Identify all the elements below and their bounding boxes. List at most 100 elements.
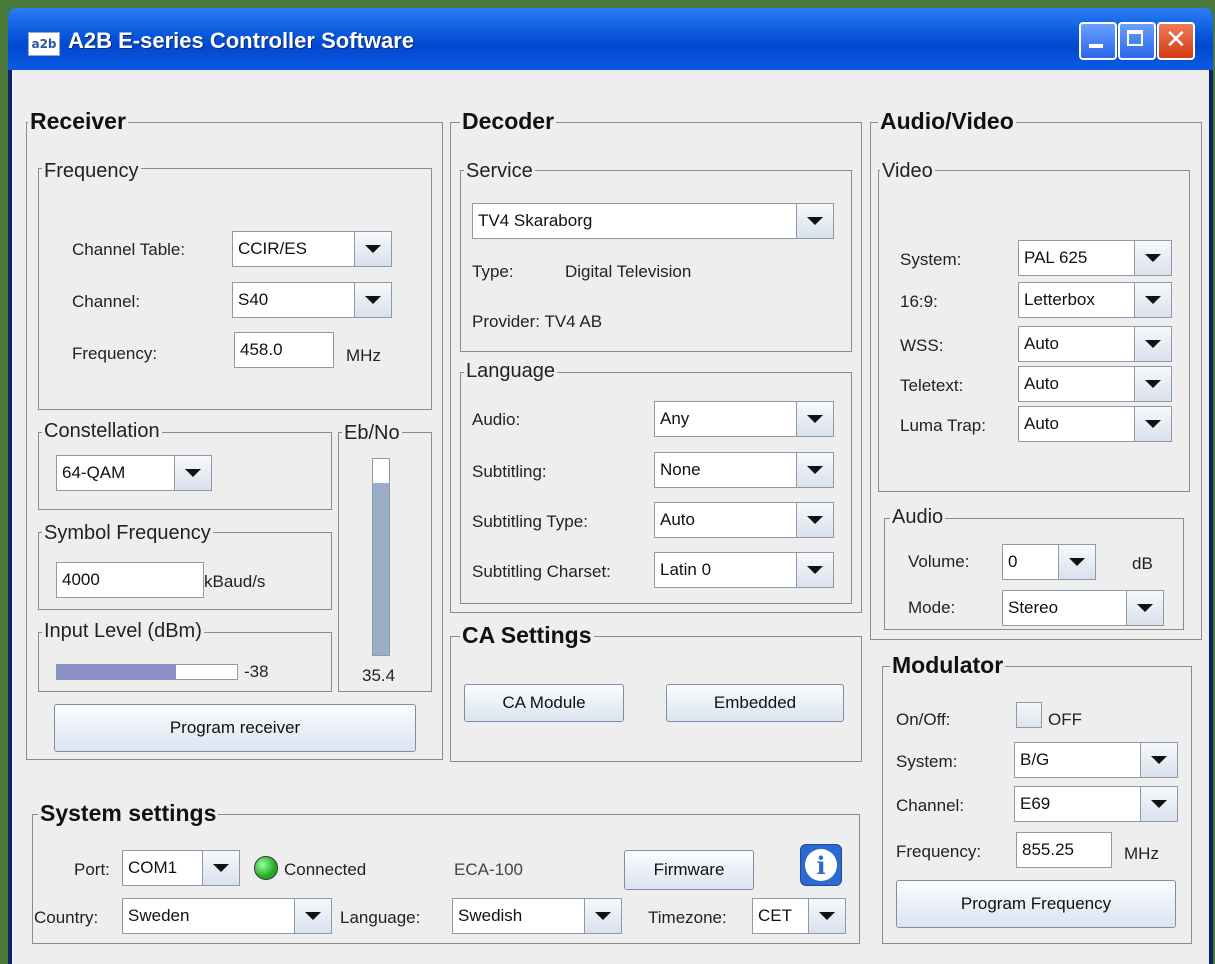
chevron-down-icon [796, 402, 833, 436]
audio-language-select[interactable]: Any [654, 401, 834, 437]
service-select[interactable]: TV4 Skaraborg [472, 203, 834, 239]
chevron-down-icon [354, 232, 391, 266]
chevron-down-icon [354, 283, 391, 317]
mod-frequency-unit: MHz [1124, 844, 1159, 863]
modulator-toggle[interactable] [1016, 702, 1042, 728]
subtitling-type-label: Subtitling Type: [472, 512, 588, 531]
country-select[interactable]: Sweden [122, 898, 332, 934]
ca-settings-title: CA Settings [460, 622, 594, 648]
minimize-button[interactable] [1079, 22, 1117, 60]
type-value: Digital Television [565, 262, 692, 281]
channel-select[interactable]: S40 [232, 282, 392, 318]
maximize-icon [1127, 30, 1143, 46]
onoff-label: On/Off: [896, 710, 951, 729]
volume-select[interactable]: 0 [1002, 544, 1096, 580]
onoff-value: OFF [1048, 710, 1082, 729]
port-label: Port: [74, 860, 110, 879]
luma-trap-select[interactable]: Auto [1018, 406, 1172, 442]
program-receiver-button[interactable]: Program receiver [54, 704, 416, 752]
window-title: A2B E-series Controller Software [68, 28, 414, 53]
info-icon: i [805, 849, 837, 881]
app-window: a2b A2B E-series Controller Software ✕ R… [8, 8, 1213, 964]
chevron-down-icon [808, 899, 845, 933]
chevron-down-icon [174, 456, 211, 490]
subtitling-select[interactable]: None [654, 452, 834, 488]
title-bar[interactable]: a2b A2B E-series Controller Software ✕ [8, 8, 1213, 70]
luma-trap-label: Luma Trap: [900, 416, 986, 435]
firmware-button[interactable]: Firmware [624, 850, 754, 890]
chevron-down-icon [202, 851, 239, 885]
embedded-button[interactable]: Embedded [666, 684, 844, 722]
mod-system-select[interactable]: B/G [1014, 742, 1178, 778]
timezone-select[interactable]: CET [752, 898, 846, 934]
provider-text: Provider: TV4 AB [472, 312, 603, 331]
chevron-down-icon [294, 899, 331, 933]
chevron-down-icon [1134, 241, 1171, 275]
ca-module-button[interactable]: CA Module [464, 684, 624, 722]
audio-group-title: Audio [890, 506, 946, 528]
mod-system-label: System: [896, 752, 958, 771]
audio-language-label: Audio: [472, 410, 521, 429]
aspect-select[interactable]: Letterbox [1018, 282, 1172, 318]
mod-frequency-field[interactable]: 855.25 [1016, 832, 1112, 868]
chevron-down-icon [1134, 327, 1171, 361]
input-level-group-title: Input Level (dBm) [42, 620, 204, 642]
video-system-select[interactable]: PAL 625 [1018, 240, 1172, 276]
language-group-title: Language [464, 360, 557, 382]
frequency-field[interactable]: 458.0 [234, 332, 334, 368]
ebno-meter [372, 458, 390, 656]
frequency-label: Frequency: [72, 344, 158, 363]
constellation-select[interactable]: 64-QAM [56, 455, 212, 491]
connection-status-icon [254, 856, 278, 880]
ebno-value: 35.4 [362, 666, 396, 685]
volume-label: Volume: [908, 552, 970, 571]
channel-table-label: Channel Table: [72, 240, 186, 259]
chevron-down-icon [1134, 407, 1171, 441]
chevron-down-icon [1140, 743, 1177, 777]
subtitling-type-select[interactable]: Auto [654, 502, 834, 538]
mod-channel-label: Channel: [896, 796, 965, 815]
ebno-meter-fill [373, 482, 389, 655]
aspect-label: 16:9: [900, 292, 938, 311]
wss-label: WSS: [900, 336, 944, 355]
port-select[interactable]: COM1 [122, 850, 240, 886]
chevron-down-icon [796, 204, 833, 238]
language-select[interactable]: Swedish [452, 898, 622, 934]
chevron-down-icon [796, 453, 833, 487]
mod-frequency-label: Frequency: [896, 842, 982, 861]
country-label: Country: [34, 908, 99, 927]
device-model-text: ECA-100 [454, 860, 523, 879]
language-label: Language: [340, 908, 421, 927]
chevron-down-icon [796, 553, 833, 587]
program-frequency-button[interactable]: Program Frequency [896, 880, 1176, 928]
chevron-down-icon [1058, 545, 1095, 579]
chevron-down-icon [584, 899, 621, 933]
client-area: Receiver Frequency Channel Table: CCIR/E… [12, 70, 1209, 964]
subtitling-charset-label: Subtitling Charset: [472, 562, 611, 581]
frequency-unit: MHz [346, 346, 381, 365]
chevron-down-icon [1134, 367, 1171, 401]
teletext-label: Teletext: [900, 376, 964, 395]
symbol-frequency-field[interactable]: 4000 [56, 562, 204, 598]
video-system-label: System: [900, 250, 962, 269]
chevron-down-icon [1134, 283, 1171, 317]
video-group-title: Video [880, 160, 935, 182]
info-button[interactable]: i [800, 844, 842, 886]
teletext-select[interactable]: Auto [1018, 366, 1172, 402]
audio-mode-select[interactable]: Stereo [1002, 590, 1164, 626]
input-level-meter [56, 664, 238, 680]
wss-select[interactable]: Auto [1018, 326, 1172, 362]
chevron-down-icon [1140, 787, 1177, 821]
subtitling-label: Subtitling: [472, 462, 547, 481]
mod-channel-select[interactable]: E69 [1014, 786, 1178, 822]
audio-mode-label: Mode: [908, 598, 956, 617]
modulator-title: Modulator [890, 652, 1006, 678]
maximize-button[interactable] [1118, 22, 1156, 60]
symbol-frequency-group-title: Symbol Frequency [42, 522, 213, 544]
chevron-down-icon [1126, 591, 1163, 625]
channel-table-select[interactable]: CCIR/ES [232, 231, 392, 267]
close-button[interactable]: ✕ [1157, 22, 1195, 60]
constellation-group-title: Constellation [42, 420, 162, 442]
subtitling-charset-select[interactable]: Latin 0 [654, 552, 834, 588]
connection-status-text: Connected [284, 860, 367, 879]
